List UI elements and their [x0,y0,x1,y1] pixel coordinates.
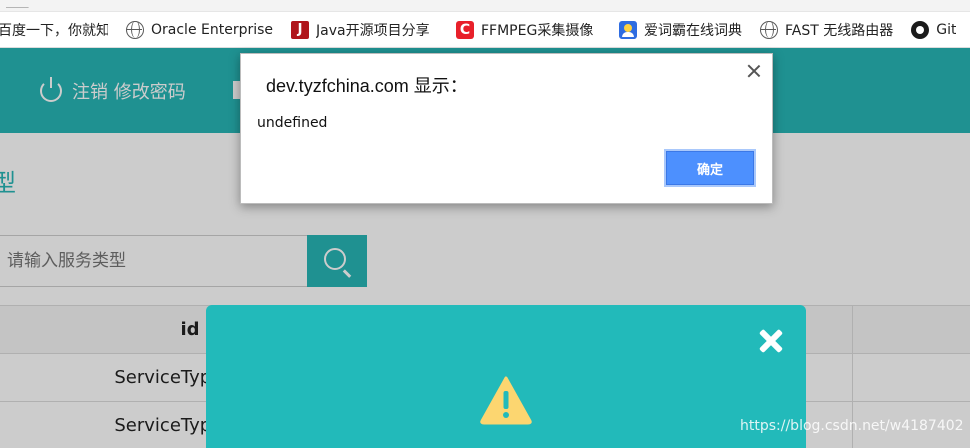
bookmark-iciba[interactable]: 爱词霸在线词典 [619,12,760,47]
bookmark-oracle[interactable]: Oracle Enterprise [126,12,291,47]
bookmark-label: Java开源项目分享 [316,22,430,39]
alert-title: dev.tyzfchina.com 显示： [266,76,468,96]
browser-tab-strip: _____ [0,0,970,12]
bookmark-label: Git [936,21,957,38]
alert-ok-button[interactable]: 确定 [666,151,754,185]
bookmark-fast[interactable]: FAST 无线路由器 [760,12,911,47]
bookmark-github[interactable]: Git [911,12,970,47]
watermark: https://blog.csdn.net/w4187402 [740,418,964,434]
iciba-icon [619,20,637,39]
bookmark-ffmpeg[interactable]: C FFMPEG采集摄像 [456,12,619,47]
warning-icon [480,376,532,425]
alert-message: undefined [257,115,328,131]
modal-close-icon[interactable] [757,327,785,355]
java-icon: J [291,20,309,39]
globe-icon [126,20,144,39]
globe-icon [760,20,778,39]
bookmark-label: FAST 无线路由器 [785,22,894,39]
bookmarks-bar: 百度一下，你就知 Oracle Enterprise J Java开源项目分享 … [0,12,970,48]
bookmark-label: Oracle Enterprise [151,21,273,38]
alert-close-icon[interactable] [747,64,761,78]
bookmark-baidu[interactable]: 百度一下，你就知 [0,12,126,47]
tab-fragment: _____ [6,0,29,8]
bookmark-label: 爱词霸在线词典 [644,22,742,39]
bookmark-java[interactable]: J Java开源项目分享 [291,12,456,47]
github-icon [911,20,930,39]
bookmark-label: FFMPEG采集摄像 [481,22,594,39]
browser-alert-dialog: dev.tyzfchina.com 显示： undefined 确定 [240,53,773,204]
ffmpeg-icon: C [456,20,474,39]
warning-modal [206,305,806,448]
bookmark-label: 百度一下，你就知 [0,22,108,39]
